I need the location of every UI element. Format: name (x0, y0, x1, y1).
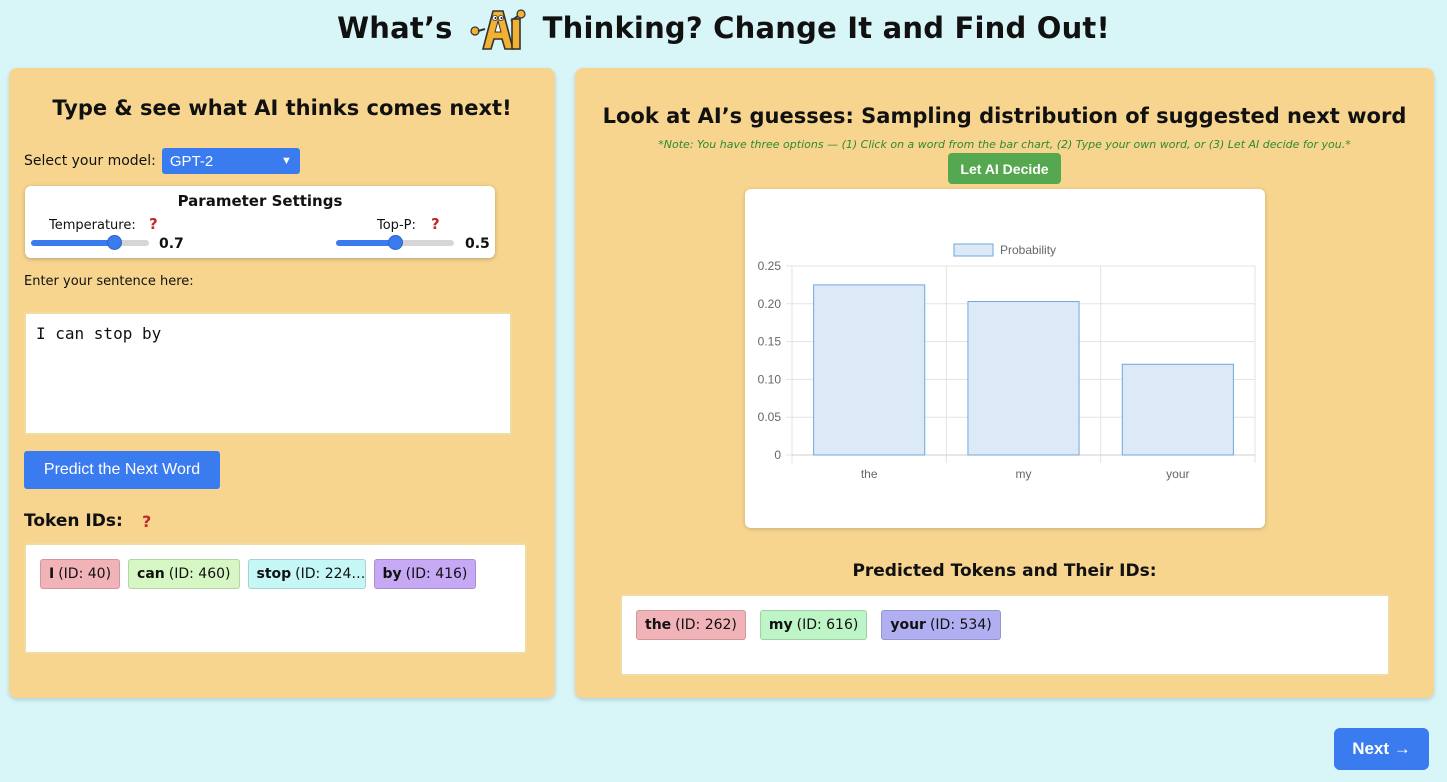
top-p-slider-thumb[interactable] (388, 235, 403, 250)
top-p-label: Top-P: (377, 218, 416, 233)
chevron-down-icon: ▼ (281, 155, 292, 167)
token-ids-help-icon[interactable]: ? (142, 512, 151, 531)
parameter-settings: Parameter Settings Temperature: ? 0.7 To… (25, 186, 495, 258)
temperature-value: 0.7 (159, 236, 184, 252)
top-p-value: 0.5 (465, 236, 490, 252)
legend-label: Probability (1000, 243, 1056, 257)
page-title-part2: Thinking? Change It and Find Out! (542, 11, 1110, 45)
x-tick-label: my (1016, 467, 1032, 481)
input-token-id: (ID: 224… (295, 566, 366, 582)
y-tick-label: 0 (774, 448, 781, 462)
sentence-input[interactable]: I can stop by (24, 312, 512, 435)
probability-bar-chart: 0 0.05 0.10 0.15 0.20 0.25 the my your Probabilit… (758, 243, 1256, 481)
model-select-value: GPT-2 (169, 152, 214, 170)
y-tick-label: 0.20 (758, 297, 782, 311)
top-p-slider[interactable] (336, 235, 454, 250)
predicted-token-id: (ID: 616) (796, 617, 859, 633)
input-token-chip: I (ID: 40) (40, 559, 121, 589)
prediction-panel-title: Look at AI’s guesses: Sampling distribut… (602, 104, 1407, 128)
predict-next-word-button[interactable]: Predict the Next Word (24, 451, 220, 489)
predicted-tokens-box: the (ID: 262) my (ID: 616) your (ID: 534) (620, 594, 1390, 676)
input-token-id: (ID: 416) (405, 566, 468, 582)
page-title-part1: What’s (337, 11, 453, 45)
input-token-id: (ID: 460) (168, 566, 231, 582)
input-token-word: by (382, 566, 402, 582)
token-ids-box: I (ID: 40) can (ID: 460) stop (ID: 224… by (ID:… (24, 543, 527, 654)
temperature-label: Temperature: (49, 218, 136, 233)
bar-the[interactable] (813, 284, 926, 456)
y-tick-label: 0.10 (758, 372, 782, 386)
temperature-help-icon[interactable]: ? (149, 215, 158, 233)
probability-chart-card: 0 0.05 0.10 0.15 0.20 0.25 the my your Probabilit… (745, 189, 1265, 528)
model-label: Select your model: (24, 153, 156, 169)
model-select[interactable]: GPT-2 ▼ (161, 148, 300, 174)
input-token-word: stop (256, 566, 292, 582)
legend-swatch (953, 243, 994, 257)
token-ids-heading: Token IDs: (24, 511, 123, 531)
input-token-chip: can (ID: 460) (128, 559, 240, 589)
predicted-token-chip: your (ID: 534) (881, 610, 1001, 640)
x-tick-label: the (861, 467, 878, 481)
model-row: Select your model: GPT-2 ▼ (24, 148, 300, 174)
temperature-slider[interactable] (31, 235, 149, 250)
page-header: What’s Thinking? Change It and Find Out! (0, 0, 1447, 56)
predicted-token-id: (ID: 534) (929, 617, 992, 633)
bar-your[interactable] (1121, 363, 1234, 456)
prediction-panel: Look at AI’s guesses: Sampling distribut… (575, 68, 1434, 698)
top-p-help-icon[interactable]: ? (431, 215, 440, 233)
bar-my[interactable] (967, 301, 1080, 456)
temperature-slider-fill (31, 240, 114, 246)
y-tick-label: 0.15 (758, 335, 782, 349)
y-tick-label: 0.25 (758, 259, 782, 273)
ai-mascot-logo (467, 5, 529, 51)
x-tick-label: your (1166, 467, 1189, 481)
predicted-token-word: your (890, 617, 926, 633)
input-panel-title: Type & see what AI thinks comes next! (52, 96, 512, 120)
let-ai-decide-button[interactable]: Let AI Decide (948, 153, 1061, 184)
predicted-token-chip: my (ID: 616) (759, 610, 868, 640)
predicted-chip-list: the (ID: 262) my (ID: 616) your (ID: 534) (636, 610, 1001, 640)
input-panel: Type & see what AI thinks comes next! Se… (9, 68, 555, 698)
parameter-settings-title: Parameter Settings (177, 192, 343, 210)
predicted-token-id: (ID: 262) (675, 617, 737, 633)
predicted-tokens-heading: Predicted Tokens and Their IDs: (852, 561, 1157, 581)
input-token-word: can (137, 566, 165, 582)
y-tick-label: 0.05 (758, 410, 782, 424)
token-chip-list: I (ID: 40) can (ID: 460) stop (ID: 224… by (ID:… (40, 559, 477, 589)
sentence-label: Enter your sentence here: (24, 274, 194, 289)
input-token-word: I (49, 566, 55, 582)
predicted-token-word: my (768, 617, 793, 633)
input-token-id: (ID: 40) (58, 566, 112, 582)
input-token-chip: by (ID: 416) (373, 559, 477, 589)
predicted-token-chip: the (ID: 262) (636, 610, 746, 640)
top-p-slider-fill (336, 240, 395, 246)
temperature-slider-thumb[interactable] (106, 235, 122, 250)
next-button[interactable]: Next → (1334, 728, 1429, 770)
predicted-token-word: the (645, 617, 672, 633)
input-token-chip: stop (ID: 224… (247, 559, 366, 589)
options-note: *Note: You have three options — (1) Clic… (658, 138, 1351, 151)
